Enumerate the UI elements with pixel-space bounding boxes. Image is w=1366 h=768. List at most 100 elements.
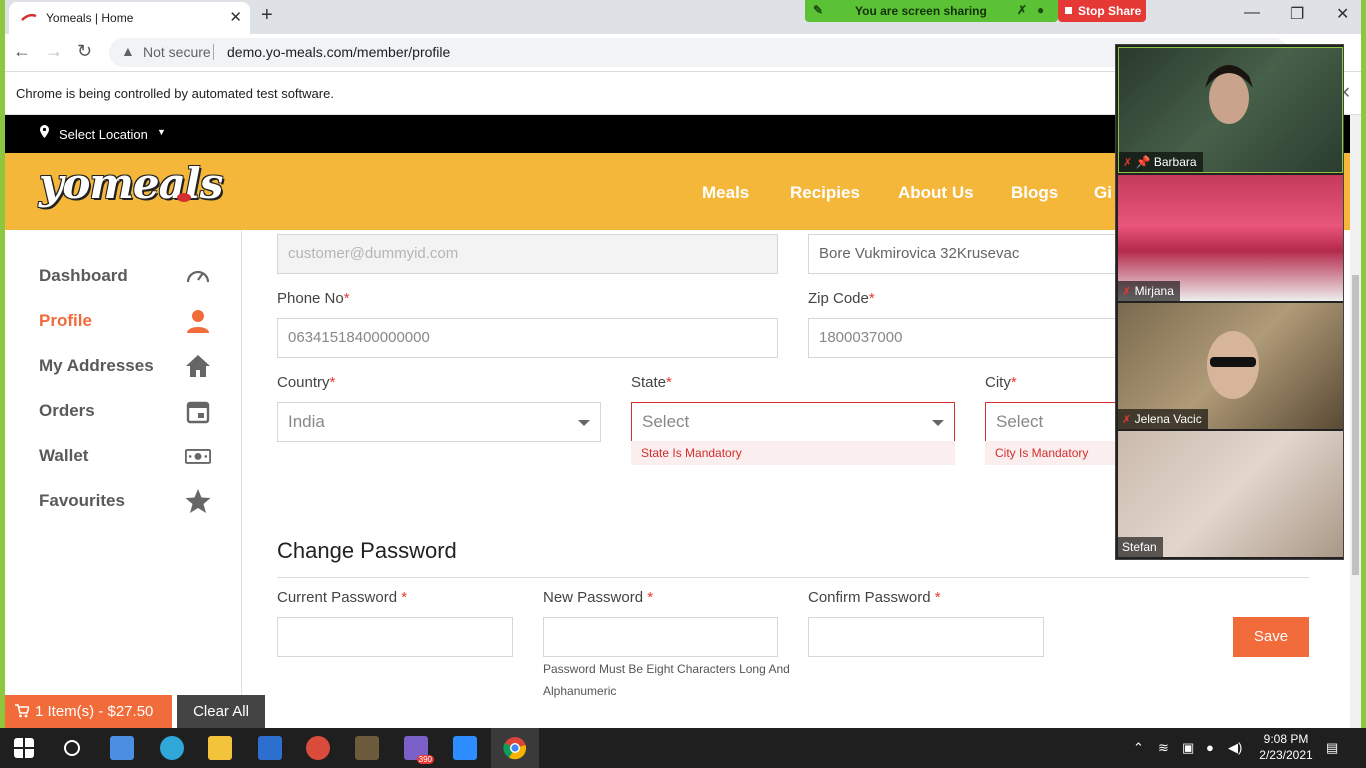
cortana-icon[interactable] [60,736,84,760]
dropdown-arrow-icon [932,420,944,426]
chrome-taskbar-button[interactable] [491,728,539,768]
participant-tile[interactable]: ✗ 📌 Barbara [1118,47,1343,173]
close-window-icon[interactable]: ✕ [1336,4,1349,24]
participant-name: Stefan [1118,537,1163,557]
tray-chevron-icon[interactable]: ⌃ [1133,740,1144,756]
notifications-icon[interactable]: ▤ [1326,740,1338,756]
automation-notice: Chrome is being controlled by automated … [16,86,334,101]
sidebar-item-label: Profile [39,311,92,330]
new-password-field[interactable] [543,617,778,657]
city-select[interactable]: Select [985,402,1125,442]
network-icon[interactable]: ▣ [1182,740,1194,756]
chevron-down-icon[interactable]: ▼ [157,127,166,137]
clear-all-button[interactable]: Clear All [177,695,265,728]
nav-recipies[interactable]: Recipies [790,183,860,203]
cart-summary-text: 1 Item(s) - $27.50 [35,703,154,720]
nav-about-us[interactable]: About Us [898,183,974,203]
participant-name-text: Stefan [1122,540,1157,554]
wifi-icon[interactable]: ≋ [1158,740,1169,756]
calendar-icon [186,401,210,424]
required-mark: * [329,374,336,391]
page-scrollbar[interactable] [1350,115,1361,728]
stop-share-button[interactable]: Stop Share [1058,0,1146,22]
cart-summary-button[interactable]: 1 Item(s) - $27.50 [5,695,172,728]
phone-field[interactable]: 06341518400000000 [277,318,778,358]
mail-icon[interactable] [258,736,282,760]
new-password-label: New Password * [543,589,653,606]
participant-tile[interactable]: ✗ Mirjana [1118,175,1343,301]
muted-mic-icon: ✗ [1122,286,1132,298]
warning-icon[interactable]: ▲ [121,43,135,59]
omnibox[interactable]: ▲ Not secure demo.yo-meals.com/member/pr… [109,38,1289,67]
nav-meals[interactable]: Meals [702,183,749,203]
state-select-value: Select [642,412,690,431]
microphone-icon[interactable]: ● [1206,740,1214,755]
browser-tab[interactable]: Yomeals | Home ✕ [9,2,250,34]
password-hint: Password Must Be Eight Characters Long A… [543,662,790,698]
required-mark: * [401,589,408,606]
required-mark: * [868,290,875,307]
sidebar-item-my-addresses[interactable]: My Addresses [39,351,219,381]
restore-icon[interactable]: ❐ [1290,4,1304,24]
url-text[interactable]: demo.yo-meals.com/member/profile [227,44,450,60]
country-label: Country* [277,374,335,391]
state-select[interactable]: Select [631,402,955,442]
phone-label-text: Phone No [277,290,344,307]
nav-blogs[interactable]: Blogs [1011,183,1058,203]
city-error-message: City Is Mandatory [985,441,1125,465]
address-field[interactable]: Bore Vukmirovica 32Krusevac [808,234,1128,274]
yomeals-favicon-icon [21,13,37,21]
edge-icon[interactable] [160,736,184,760]
windows-start-icon[interactable] [14,738,34,758]
sidebar-item-label: Orders [39,401,95,420]
sidebar-item-orders[interactable]: Orders [39,396,219,426]
state-label: State* [631,374,672,391]
clock-time: 9:08 PM [1263,732,1309,746]
chrome-profile-icon[interactable] [306,736,330,760]
participant-tile[interactable]: ✗ Jelena Vacic [1118,303,1343,429]
home-icon [186,355,210,377]
forward-icon[interactable]: → [45,41,63,62]
current-password-field[interactable] [277,617,513,657]
nav-gift[interactable]: Gi [1094,183,1112,203]
sidebar-item-wallet[interactable]: Wallet [39,441,219,471]
star-icon [185,489,211,513]
zoom-icon[interactable] [453,736,477,760]
user-icon [187,310,209,333]
stop-share-label: Stop Share [1078,4,1142,18]
zip-label-text: Zip Code [808,290,869,307]
sidebar-item-profile[interactable]: Profile [39,306,219,336]
confirm-password-field[interactable] [808,617,1044,657]
video-participants-panel: ✗ 📌 Barbara ✗ Mirjana ✗ Jelena Vacic Ste… [1115,44,1344,560]
participant-tile[interactable]: Stefan [1118,431,1343,557]
sidebar-item-favourites[interactable]: Favourites [39,486,219,516]
mute-icon[interactable]: ✗ [1017,3,1027,17]
yomeals-logo[interactable]: yomeals [39,159,223,208]
select-location-link[interactable]: Select Location [59,127,148,142]
scrollbar-thumb[interactable] [1352,275,1359,575]
close-tab-icon[interactable]: ✕ [229,8,242,26]
country-select[interactable]: India [277,402,601,442]
drag-handle-icon[interactable]: ✎ [813,3,823,17]
required-mark: * [666,374,672,391]
minimize-icon[interactable]: — [1244,4,1260,22]
clock-date: 2/23/2021 [1259,748,1313,762]
omnibox-divider [213,44,214,60]
volume-icon[interactable]: ◀) [1228,740,1242,756]
viber-icon[interactable]: 390 [404,736,434,764]
email-field: customer@dummyid.com [277,234,778,274]
security-label[interactable]: Not secure [143,44,211,60]
new-tab-icon[interactable]: + [261,4,273,27]
store-icon[interactable] [110,736,134,760]
state-label-text: State [631,374,667,391]
sidebar-item-dashboard[interactable]: Dashboard [39,261,219,291]
reload-icon[interactable]: ↻ [77,41,92,62]
system-clock[interactable]: 9:08 PM 2/23/2021 [1256,731,1316,763]
app-icon[interactable] [355,736,379,760]
back-icon[interactable]: ← [13,41,31,62]
zip-field[interactable]: 1800037000 [808,318,1128,358]
participant-video-icon [1207,331,1259,399]
file-explorer-icon[interactable] [208,736,232,760]
save-button[interactable]: Save [1233,617,1309,657]
required-mark: * [647,589,654,606]
